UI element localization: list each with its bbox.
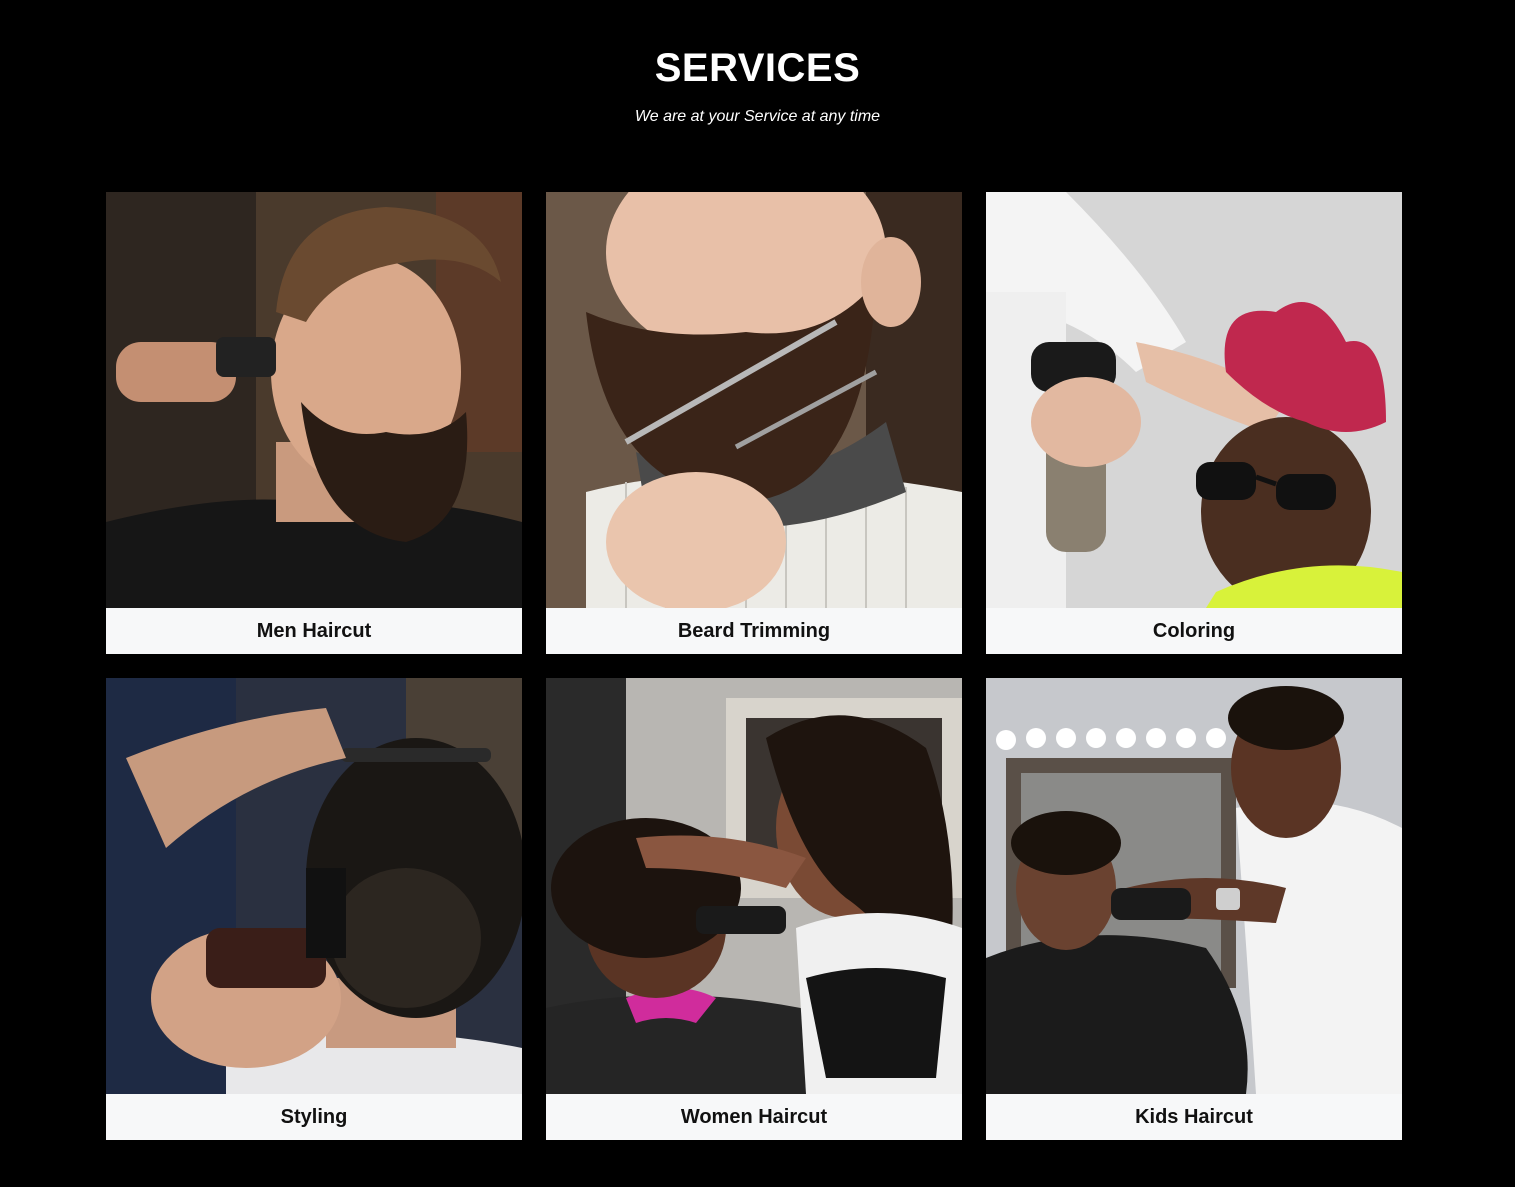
section-title: SERVICES bbox=[654, 46, 861, 90]
coloring-photo bbox=[986, 192, 1402, 608]
beard-trimming-photo bbox=[546, 192, 962, 608]
service-label: Kids Haircut bbox=[1135, 1106, 1253, 1128]
service-label: Styling bbox=[280, 1106, 348, 1128]
styling-photo bbox=[106, 678, 522, 1094]
service-card-women-haircut[interactable]: Women Haircut bbox=[546, 678, 962, 1140]
kids-haircut-photo bbox=[986, 678, 1402, 1094]
service-label: Coloring bbox=[1152, 620, 1236, 642]
service-label: Women Haircut bbox=[680, 1106, 828, 1128]
service-card-coloring[interactable]: Coloring bbox=[986, 192, 1402, 654]
service-label: Beard Trimming bbox=[677, 620, 831, 642]
service-card-beard-trimming[interactable]: Beard Trimming bbox=[546, 192, 962, 654]
service-card-men-haircut[interactable]: Men Haircut bbox=[106, 192, 522, 654]
services-grid: Men Haircut Beard Trimming Coloring Styl… bbox=[106, 192, 1402, 1140]
section-subtitle: We are at your Service at any time bbox=[634, 108, 881, 125]
service-card-styling[interactable]: Styling bbox=[106, 678, 522, 1140]
women-haircut-photo bbox=[546, 678, 962, 1094]
service-label: Men Haircut bbox=[256, 620, 372, 642]
service-card-kids-haircut[interactable]: Kids Haircut bbox=[986, 678, 1402, 1140]
men-haircut-photo bbox=[106, 192, 522, 608]
